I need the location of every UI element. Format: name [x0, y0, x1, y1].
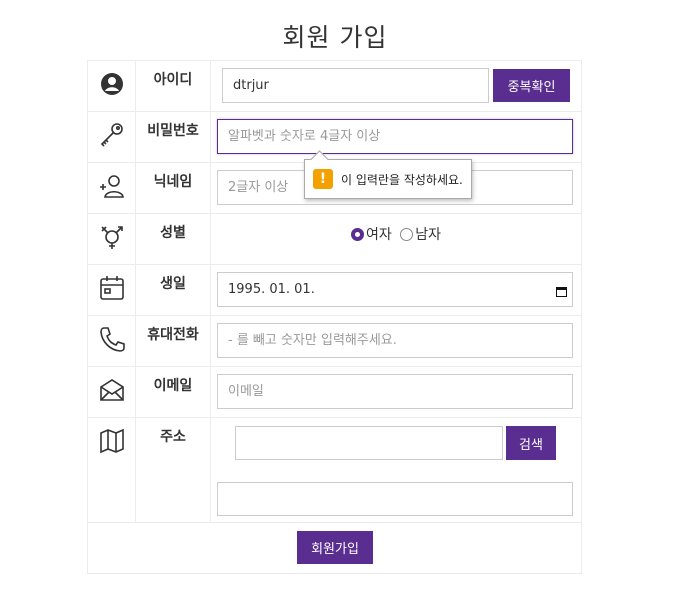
key-icon [98, 121, 126, 149]
page-title: 회원 가입 [282, 23, 388, 52]
row-phone: 휴대전화 [87, 315, 582, 367]
map-icon [98, 427, 126, 455]
address-label: 주소 [160, 429, 186, 445]
email-label: 이메일 [153, 378, 193, 394]
gender-icon [98, 223, 126, 251]
row-gender: 성별 여자 남자 [87, 213, 582, 265]
user-circle-icon [98, 70, 126, 98]
id-input[interactable] [222, 68, 489, 103]
gender-male-label[interactable]: 남자 [415, 227, 441, 243]
signup-submit-button[interactable]: 회원가입 [297, 531, 373, 564]
address-search-button[interactable]: 검색 [506, 426, 556, 460]
warning-icon: ! [313, 169, 333, 189]
gender-female-radio[interactable] [351, 228, 364, 241]
gender-radio-group: 여자 남자 [211, 224, 581, 244]
birthday-label: 생일 [160, 276, 186, 292]
address-detail-input[interactable] [217, 482, 573, 516]
row-submit: 회원가입 [87, 522, 582, 574]
phone-icon [98, 325, 126, 353]
nickname-label: 닉네임 [153, 174, 193, 190]
row-birthday: 생일 [87, 264, 582, 316]
email-input[interactable] [217, 374, 573, 409]
row-password: 비밀번호 ! 이 입력란을 작성하세요. [87, 111, 582, 199]
calendar-icon [98, 274, 126, 302]
calendar-picker-icon[interactable] [556, 282, 567, 297]
password-input[interactable] [217, 119, 573, 154]
signup-form: 아이디 중복확인 비밀번호 ! 이 입력란을 작성하세요. 닉네임 [87, 60, 582, 574]
postcode-input[interactable] [235, 426, 503, 460]
row-address: 주소 검색 [87, 417, 582, 523]
phone-label: 휴대전화 [147, 327, 199, 343]
row-id: 아이디 중복확인 [87, 60, 582, 112]
id-label: 아이디 [153, 72, 193, 88]
gender-label: 성별 [160, 225, 186, 241]
birthday-input[interactable] [217, 272, 573, 307]
row-email: 이메일 [87, 366, 582, 418]
password-label: 비밀번호 [147, 123, 199, 139]
gender-male-radio[interactable] [400, 228, 414, 241]
gender-female-label[interactable]: 여자 [366, 227, 392, 243]
envelope-icon [98, 376, 126, 404]
duplicate-check-button[interactable]: 중복확인 [493, 69, 570, 102]
tooltip-message: 이 입력란을 작성하세요. [341, 172, 463, 187]
add-user-icon [98, 172, 126, 200]
validation-tooltip: ! 이 입력란을 작성하세요. [304, 159, 472, 199]
phone-input[interactable] [217, 323, 573, 358]
